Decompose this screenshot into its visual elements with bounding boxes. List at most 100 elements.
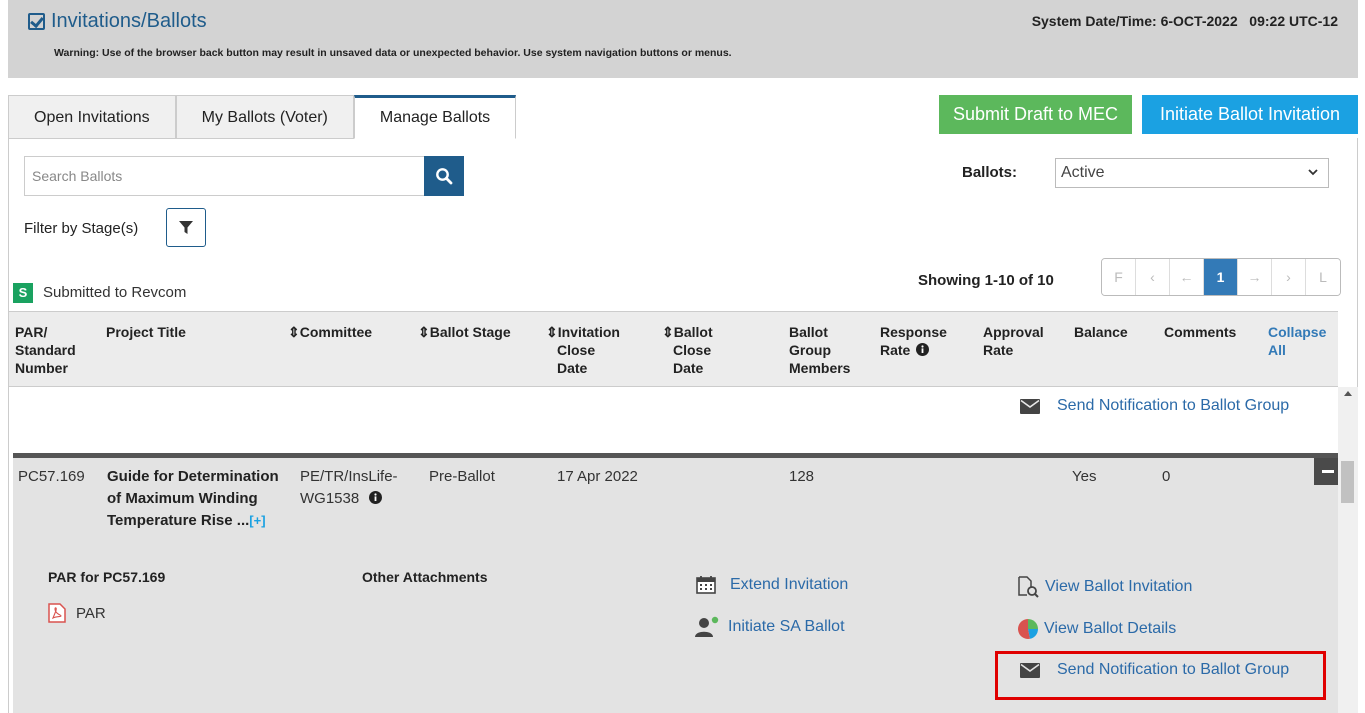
collapse-all-link[interactable]: Collapse All <box>1268 323 1326 359</box>
filter-stage-label: Filter by Stage(s) <box>24 220 139 237</box>
page-prev-button[interactable]: ‹ <box>1136 259 1170 295</box>
view-ballot-details-text: View Ballot Details <box>1044 620 1177 637</box>
header-bc-line2: Close <box>673 342 712 358</box>
header-ballot-close[interactable]: ⇕Ballot Close Date <box>662 323 713 377</box>
title-line3-text: Temperature Rise ... <box>107 512 250 529</box>
comments-cell: 0 <box>1162 468 1171 485</box>
header-gm-line3: Members <box>789 360 851 376</box>
envelope-icon <box>1020 398 1040 414</box>
header-rr-line2: Rate <box>880 341 947 359</box>
header-rr-line1: Response <box>880 324 947 340</box>
header-inv-line2: Close <box>557 342 596 358</box>
title-line2: of Maximum Winding <box>107 490 258 507</box>
committee-line2: WG1538 <box>300 488 398 510</box>
submitted-badge: S <box>13 283 33 303</box>
info-icon[interactable] <box>369 491 383 504</box>
header-par: PAR/ Standard Number <box>15 323 76 377</box>
balance-link[interactable]: Yes <box>1072 466 1096 488</box>
search-icon <box>436 168 453 185</box>
tab-my-ballots[interactable]: My Ballots (Voter) <box>175 95 354 139</box>
view-ballot-details-link[interactable]: View Ballot Details <box>1017 618 1176 640</box>
group-members-link[interactable]: 128 <box>789 466 814 488</box>
tab-open-invitations[interactable]: Open Invitations <box>8 95 176 139</box>
initiate-ballot-button[interactable]: Initiate Ballot Invitation <box>1142 95 1358 134</box>
view-ballot-invitation-link[interactable]: View Ballot Invitation <box>1017 576 1192 598</box>
header-invitation-close[interactable]: ⇕Invitation Close Date <box>546 323 620 377</box>
header-gm-line1: Ballot <box>789 324 828 340</box>
header-ar-line2: Rate <box>983 342 1014 358</box>
search-input[interactable]: Search Ballots <box>24 156 424 196</box>
header-bc-line3: Date <box>673 360 704 376</box>
expand-title-link[interactable]: [+] <box>249 513 265 528</box>
ballot-stage-cell: Pre-Ballot <box>429 468 495 485</box>
header-ballot-stage[interactable]: ⇕Ballot Stage <box>418 323 511 341</box>
project-title: Guide for Determination of Maximum Windi… <box>107 466 279 532</box>
collapse-line2: All <box>1268 342 1286 358</box>
committee-cell: PE/TR/InsLife- WG1538 <box>300 466 398 510</box>
ballots-select[interactable]: Active <box>1055 158 1329 188</box>
par-number-link[interactable]: PC57.169 <box>18 466 85 488</box>
header-par-line1: PAR/ <box>15 324 48 340</box>
page-last-button[interactable]: L <box>1306 259 1340 295</box>
header-inv-line1: ⇕Invitation <box>546 324 620 340</box>
user-icon <box>695 616 719 637</box>
other-attachments-label: Other Attachments <box>362 569 488 585</box>
header-bc-line1: ⇕Ballot <box>662 324 713 340</box>
pagination: F ‹ ← 1 → › L <box>1101 258 1341 296</box>
showing-count: Showing 1-10 of 10 <box>918 272 1054 289</box>
collapse-row-button[interactable] <box>1314 458 1341 485</box>
header-project-title: Project Title <box>106 324 186 340</box>
send-notification-text: Send Notification to Ballot Group <box>1057 397 1290 414</box>
title-line3: Temperature Rise ...[+] <box>107 510 279 532</box>
page-next-arrow-button[interactable]: → <box>1238 259 1272 295</box>
header-comments: Comments <box>1164 324 1237 340</box>
filter-stage-button[interactable] <box>166 208 206 247</box>
page-title-text: Invitations/Ballots <box>51 10 207 32</box>
system-datetime: System Date/Time: 6-OCT-2022 09:22 UTC-1… <box>1031 13 1338 29</box>
title-line1: Guide for Determination <box>107 468 279 485</box>
send-notification-link-1[interactable]: Send Notification to Ballot Group <box>1020 397 1289 415</box>
header-response-rate: Response Rate <box>880 323 947 359</box>
warning-text: Warning: Use of the browser back button … <box>54 47 732 59</box>
tab-bar: Open Invitations My Ballots (Voter) Mana… <box>8 95 517 139</box>
calendar-icon <box>696 576 716 594</box>
header-committee[interactable]: ⇕Committee <box>288 323 372 341</box>
header-rr-text: Rate <box>880 342 911 358</box>
filter-icon <box>179 220 193 234</box>
page-next-button[interactable]: › <box>1272 259 1306 295</box>
checkbox-icon <box>28 13 45 30</box>
scrollbar-thumb[interactable] <box>1341 461 1354 503</box>
par-file-text: PAR <box>76 604 106 622</box>
page-title: Invitations/Ballots <box>28 10 207 33</box>
scroll-up-arrow-icon[interactable] <box>1344 391 1352 396</box>
pie-chart-icon <box>1018 619 1038 639</box>
extend-invitation-text: Extend Invitation <box>730 575 849 593</box>
page-1-button[interactable]: 1 <box>1204 259 1238 295</box>
initiate-sa-ballot-text: Initiate SA Ballot <box>728 618 845 635</box>
document-search-icon <box>1018 576 1039 598</box>
highlight-box <box>995 651 1326 700</box>
committee-line1: PE/TR/InsLife- <box>300 468 398 485</box>
extend-invitation-link[interactable]: Extend Invitation <box>696 575 848 594</box>
initiate-sa-ballot-link[interactable]: Initiate SA Ballot <box>694 616 845 638</box>
header-par-line2: Standard <box>15 342 76 358</box>
search-button[interactable] <box>424 156 464 196</box>
par-label: PAR for PC57.169 <box>48 569 166 585</box>
tab-manage-ballots[interactable]: Manage Ballots <box>353 95 517 139</box>
ballots-select-value: Active <box>1061 164 1105 181</box>
header-par-line3: Number <box>15 360 68 376</box>
table-header: PAR/ Standard Number Project Title ⇕Comm… <box>9 311 1338 387</box>
page-prev-arrow-button[interactable]: ← <box>1170 259 1204 295</box>
par-file-link[interactable]: PAR <box>48 603 106 623</box>
collapse-line1: Collapse <box>1268 324 1327 340</box>
chevron-down-icon <box>1307 162 1319 192</box>
invitation-close-cell: 17 Apr 2022 <box>557 468 638 485</box>
info-icon[interactable] <box>916 343 930 356</box>
submit-draft-button[interactable]: Submit Draft to MEC <box>939 95 1132 134</box>
page-first-button[interactable]: F <box>1102 259 1136 295</box>
header-group-members: Ballot Group Members <box>789 323 850 377</box>
header-ar-line1: Approval <box>983 324 1044 340</box>
scrollbar[interactable] <box>1338 387 1358 713</box>
header-approval-rate: Approval Rate <box>983 323 1044 359</box>
ballots-filter-label: Ballots: <box>962 164 1018 181</box>
